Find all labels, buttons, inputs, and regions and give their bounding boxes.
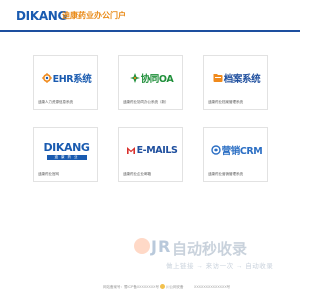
brand-logo[interactable]: DIKANG	[16, 9, 67, 23]
card-crm[interactable]: 营销CRM 迪康药业营销管理系统	[203, 127, 268, 182]
police-badge-icon	[160, 284, 165, 289]
dikang-logo-text: DIKANG	[43, 140, 90, 154]
watermark-circle-icon	[134, 238, 150, 254]
footer-icp[interactable]: 网站备案号：蜀ICP备XXXXXXXX号	[103, 285, 159, 290]
watermark: JR 自动秒收录 做上链接 → 来访一次 → 自动收录	[134, 237, 294, 273]
portal-title: 迪康药业办公门户	[62, 11, 126, 20]
gear-icon	[41, 73, 52, 83]
card-archive[interactable]: 档案系统 迪康药业档案管理系统	[203, 55, 268, 110]
watermark-logo: JR	[134, 237, 171, 256]
watermark-subtitle: 做上链接 → 来访一次 → 自动收录	[166, 263, 274, 270]
crm-logo: 营销CRM	[208, 136, 265, 164]
folder-icon	[213, 74, 223, 82]
header-divider	[0, 30, 300, 32]
card-website[interactable]: DIKANG 迪 康 药 业 迪康药业官网	[33, 127, 98, 182]
card-website-desc: 迪康药业官网	[38, 172, 59, 176]
header: DIKANG 迪康药业办公门户	[0, 0, 300, 30]
crm-icon	[210, 145, 221, 155]
card-archive-desc: 迪康药业档案管理系统	[208, 100, 243, 104]
ehr-logo-text: EHR系统	[52, 74, 92, 85]
card-email-desc: 迪康药业企业邮箱	[123, 172, 151, 176]
archive-logo-text: 档案系统	[223, 74, 261, 85]
email-logo: E-MAILS	[123, 136, 180, 164]
dikang-logo-sub: 迪 康 药 业	[46, 154, 87, 160]
card-oa[interactable]: 协同OA 迪康药业协同办公系统（新）	[118, 55, 183, 110]
leaf-icon	[129, 73, 140, 83]
ehr-logo: EHR系统	[38, 64, 95, 92]
card-crm-desc: 迪康药业营销管理系统	[208, 172, 243, 176]
card-ehr[interactable]: EHR系统 迪康人力资源信息系统	[33, 55, 98, 110]
card-email[interactable]: E-MAILS 迪康药业企业邮箱	[118, 127, 183, 182]
watermark-title: 自动秒收录	[172, 241, 248, 258]
oa-logo-text: 协同OA	[140, 74, 174, 85]
oa-logo: 协同OA	[123, 64, 180, 92]
card-oa-desc: 迪康药业协同办公系统（新）	[123, 100, 169, 104]
crm-logo-text: 营销CRM	[221, 146, 263, 157]
footer-police-number[interactable]: XXXXXXXXXXXXXX号	[194, 285, 230, 290]
card-ehr-desc: 迪康人力资源信息系统	[38, 100, 73, 104]
footer: 网站备案号：蜀ICP备XXXXXXXX号 川公网安备 XXXXXXXXXXXXX…	[0, 283, 300, 293]
archive-logo: 档案系统	[208, 64, 265, 92]
email-logo-text: E-MAILS	[136, 144, 178, 156]
mail-icon	[126, 147, 135, 154]
footer-police-label[interactable]: 川公网安备	[166, 285, 184, 290]
dikang-logo: DIKANG 迪 康 药 业	[38, 136, 95, 164]
